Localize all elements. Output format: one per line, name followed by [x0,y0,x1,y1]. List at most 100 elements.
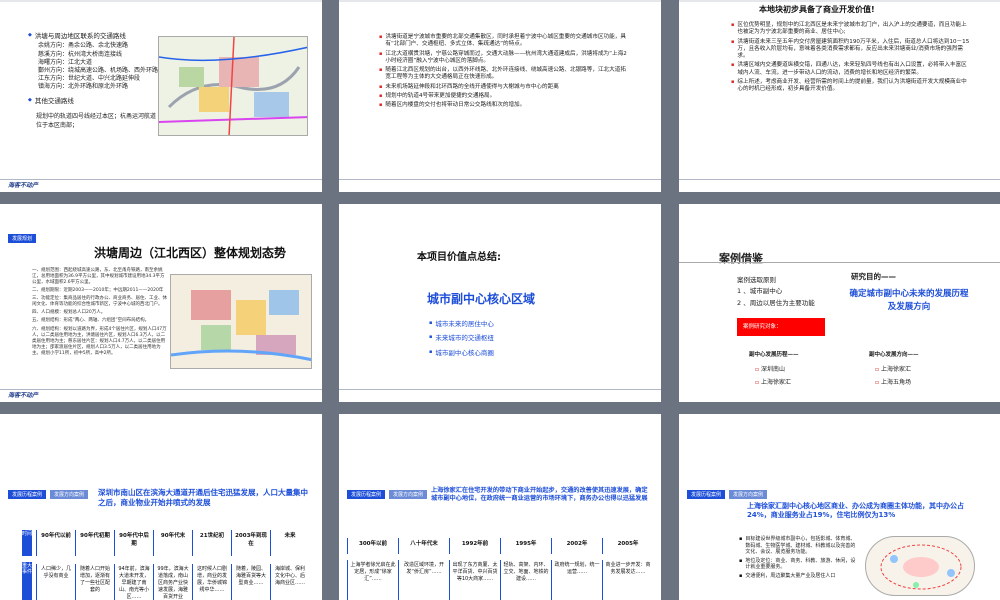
slide-thumbnail-3[interactable]: 本地块初步具备了商业开发价值! ▪ 区位优势明显，规划中的江北西区是未来宁波城市北… [679,0,1000,192]
commercial-value-heading: 本地块初步具备了商业开发价值! [759,5,875,14]
case-label: 上海徐家汇 [760,378,791,386]
timeline-cell: 90年代末 [153,530,192,556]
purpose-heading: 研究目的—— [851,272,896,281]
commercial-value-bullets: ▪ 区位优势明显，规划中的江北西区是未来宁波城市北门户，出入沪上的交通要道，而且功… [731,22,971,95]
bullet-text: 城市未来的居住中心 [435,320,494,328]
direction-cases: ▫ 上海徐家汇 ▫ 上海五角场 [875,364,911,389]
bullet-text: 规划中的轨道4号带来更加便捷的交通格局。 [385,92,496,99]
case-item: ▫ 深圳南山 [755,364,791,377]
slide-tag: 发展规划 [8,234,37,243]
planning-item: 四、人口规模：规划总人口20万人。 [32,310,106,316]
bullet-text: 目标建设世界级城市副中心，包括影城、体育城、数码城、生物医学城、建材城、科教城以… [745,536,856,555]
other-routes-text: 规划中的轨道四号线经过本区；杭甬运河航道位于本区南部； [36,113,157,129]
slide-footer-line [0,179,322,180]
timeline-cell: 90年代中后期 [114,530,153,556]
tag-history: 发展历程案例 [347,490,386,499]
bullet-text: 随着区内楼盘的交付也将带动日常公交路线和次的增加。 [385,102,526,109]
timeline-cell: 海岸城、保利文化中心、后海商业区…… [270,564,309,600]
bullet-item: ▪ 目标建设世界级城市副中心，包括影城、体育城、数码城、生物医学城、建材城、科教城… [739,536,859,556]
bullet-item: ▪ 随着江北西区规划的出台，以西外环线路、北外环连接线、绕城高速公路、北银路等，江… [379,67,629,82]
timeline-cell: 出现了东方商厦、太平洋百货、中兴百货等10大商家…… [449,560,500,600]
slide-title: 上海徐家汇在住宅开发的带动下商业开始起步，交通的改善使其迅速发展，确定城市副中心… [431,487,648,503]
timeline-cell: 94年前，滨海大道未开发，早期建了南山、南光等小区…… [114,564,153,600]
slide-thumbnail-7[interactable]: 发展历程案例 发展方向案例 深圳市南山区在滨海大通道开通后住宅迅猛发展，人口大量… [0,414,322,600]
slide-footer-line [339,179,661,180]
bullet-marker-icon: ▪ [379,92,383,99]
case-label: 上海徐家汇 [880,366,911,373]
timeline-cell: 轻轨、高架、内环、立交、地面、地铁的建设…… [500,560,551,600]
tag-history: 发展历程案例 [687,490,726,499]
planning-item: 一、规划范围：西起绕城高速公路，东、北至甬舟铁路，南至余姚江，总用地面积为36.… [32,268,165,286]
planning-item: 二、规划期限：近期2003——2010年；中远期2011——2020年 [32,288,164,294]
timeline-cell: 政府统一规划，统一运营…… [551,560,602,600]
timeline-cell: 人口稀少，几乎没有商业 [36,564,75,600]
other-routes-heading: 其他交通路线 [34,97,74,105]
slide-footer-line [339,389,661,390]
history-cases: ▫ 深圳南山 ▫ 上海徐家汇 [755,364,791,389]
bullet-item: ▪ 区位优势明显，规划中的江北西区是未来宁波城市北门户，出入沪上的交通要道，而且功… [731,22,971,37]
slide-thumbnail-5[interactable]: 本项目价值点总结: 城市副中心核心区域 ▪ 城市未来的居住中心 ▪ 未来城市的交通枢纽… [339,204,661,402]
principle-item: 1 、城市副中心 [737,287,783,295]
slide-footer-line [0,389,322,390]
case-object-red-box: 案例研究对象： [737,318,825,336]
bullet-marker-icon: ▪ [731,78,735,85]
bullet-marker-icon: ▪ [739,557,743,564]
bullet-text: 随着江北西区规划的出台，以西外环线路、北外环连接线、绕城高速公路、北银路等，江北… [385,67,626,81]
bullet-item: ▪ 洪塘区域内交通要道纵横交错，四通八达，未来轻轨四号线也有出入口设置，必将带入丰… [731,62,971,77]
route-line: 江东方向：世纪大道、中兴北路延伸段 [38,74,141,82]
transport-map-image [158,36,308,136]
bullet-text: 未来城市的交通枢纽 [435,334,494,343]
purpose-text: 确定城市副中心未来的发展历程及发展方向 [849,289,969,312]
bullet-marker-icon: ▪ [379,83,383,90]
slide-top-band [0,0,322,2]
bullet-marker-icon: ▪ [739,572,743,579]
bullet-item: ▪ 洪塘街道是宁波城市重要的北部交通集散区，同时承担着宁波中心城区重要的交通城市区… [379,34,629,49]
bullet-item: ▪ 综上所述，考虑商业开发、经营所需的时间上的提前量，我们认为洪塘街道开发大规模商… [731,79,971,94]
direction-heading: 副中心发展方向—— [869,352,919,358]
timeline-cell: 2003年到现在 [231,530,270,556]
timeline-cell: 未来 [270,530,309,556]
slide-thumbnail-4[interactable]: 发展规划 洪塘周边（江北西区）整体规划态势 一、规划范围：西起绕城高速公路，东、… [0,204,322,402]
bullet-marker-icon: ▪ [379,102,383,109]
slide-thumbnail-1[interactable]: ◆ 洪塘与周边地区联系的交通路线 余姚方向：甬余公路、余北快速路 慈溪方向：杭州湾大… [0,0,322,192]
tag-direction: 发展方向案例 [729,490,768,499]
xujiahui-bullets: ▪ 目标建设世界级城市副中心，包括影城、体育城、数码城、生物医学城、建材城、科教城… [739,536,859,581]
route-line: 余姚方向：甬余公路、余北快速路 [38,42,129,50]
value-bullets: ▪ 城市未来的居住中心 ▪ 未来城市的交通枢纽 ▪ 城市副中心核心商圈 [429,320,494,363]
timeline-cell: 1995年 [500,538,551,554]
xujiahui-map-illustration [880,544,962,590]
bullet-text: 未来机场路延伸段和北环西路的全线开通使得与大榭城与市中心的距离 [385,83,559,90]
bullet-text: 洪塘街道是宁波城市重要的北部交通集散区，同时承担着宁波中心城区重要的交通城市区功… [385,34,626,48]
planning-map-image [170,274,312,369]
slide-thumbnail-8[interactable]: 发展历程案例 发展方向案例 上海徐家汇在住宅开发的带动下商业开始起步，交通的改善… [339,414,661,600]
slide-thumbnail-9[interactable]: 发展历程案例 发展方向案例 上海徐家汇副中心核心地区商业、办公成为商圈主体功能，… [679,414,1000,600]
planning-item: 五、规划结构：形成“两心、两轴、六组团”空间布局结构。 [32,318,150,324]
route-line: 鄞州方向：绕城高速公路、机场路、西外环路 [38,66,159,74]
principle-heading: 案例选取原则 [737,276,776,284]
slide-top-band [339,0,661,2]
footer-logo: 海客不动产 [8,392,39,399]
tag-direction: 发展方向案例 [389,490,428,499]
slide-thumbnail-6[interactable]: 案例借鉴 案例选取原则 1 、城市副中心 2 、周边以居住为主要功能 案例研究对象… [679,204,1000,402]
row-head-events: 重大事件 [22,562,32,600]
case-label: 深圳南山 [760,366,785,373]
route-line: 海曙方向：江北大道 [38,58,93,66]
bullet-marker-icon: ▪ [731,62,735,69]
bullet-item: ▪ 地位及定位：商业、商务、科教、旅游、休闲，设计就业重要服务。 [739,558,859,571]
slide-title: 深圳市南山区在滨海大通道开通后住宅迅猛发展，人口大量集中之后，商业物业开始井喷式… [98,488,308,507]
planning-items: 一、规划范围：西起绕城高速公路，东、北至甬舟铁路，南至余姚江，总用地面积为36.… [32,268,167,359]
timeline-cell: 随着人口开始增加，逐渐有了一些社区配套的 [75,564,114,600]
bullet-item: ▪ 未来机场路延伸段和北环西路的全线开通使得与大榭城与市中心的距离 [379,84,629,91]
timeline-cell: 2002年 [551,538,602,554]
slide-footer-line [679,179,1000,180]
timeline-events: 上海学者徐光启在此定居，形成“徐家汇”…… 改造区域环境，开发“侨汇房”…… 出现了… [347,560,653,600]
value-summary-title: 本项目价值点总结: [417,252,501,263]
bullet-marker-icon: ▪ [379,67,383,74]
bullet-item: ▪ 江北大道横贯洪塘，宁慈公路穿城而过，交通大动脉——杭州湾大通道建成后，洪塘将成… [379,51,629,66]
slide-thumbnail-2[interactable]: ▪ 洪塘街道是宁波城市重要的北部交通集散区，同时承担着宁波中心城区重要的交通城市区… [339,0,661,192]
case-study-title: 案例借鉴 [719,252,763,265]
timeline-cell: 90年代以前 [36,530,75,556]
timeline-cell: 1992年前 [449,538,500,554]
xujiahui-map-image [865,536,975,596]
bullet-item: ▪ 城市未来的居住中心 [429,320,494,328]
